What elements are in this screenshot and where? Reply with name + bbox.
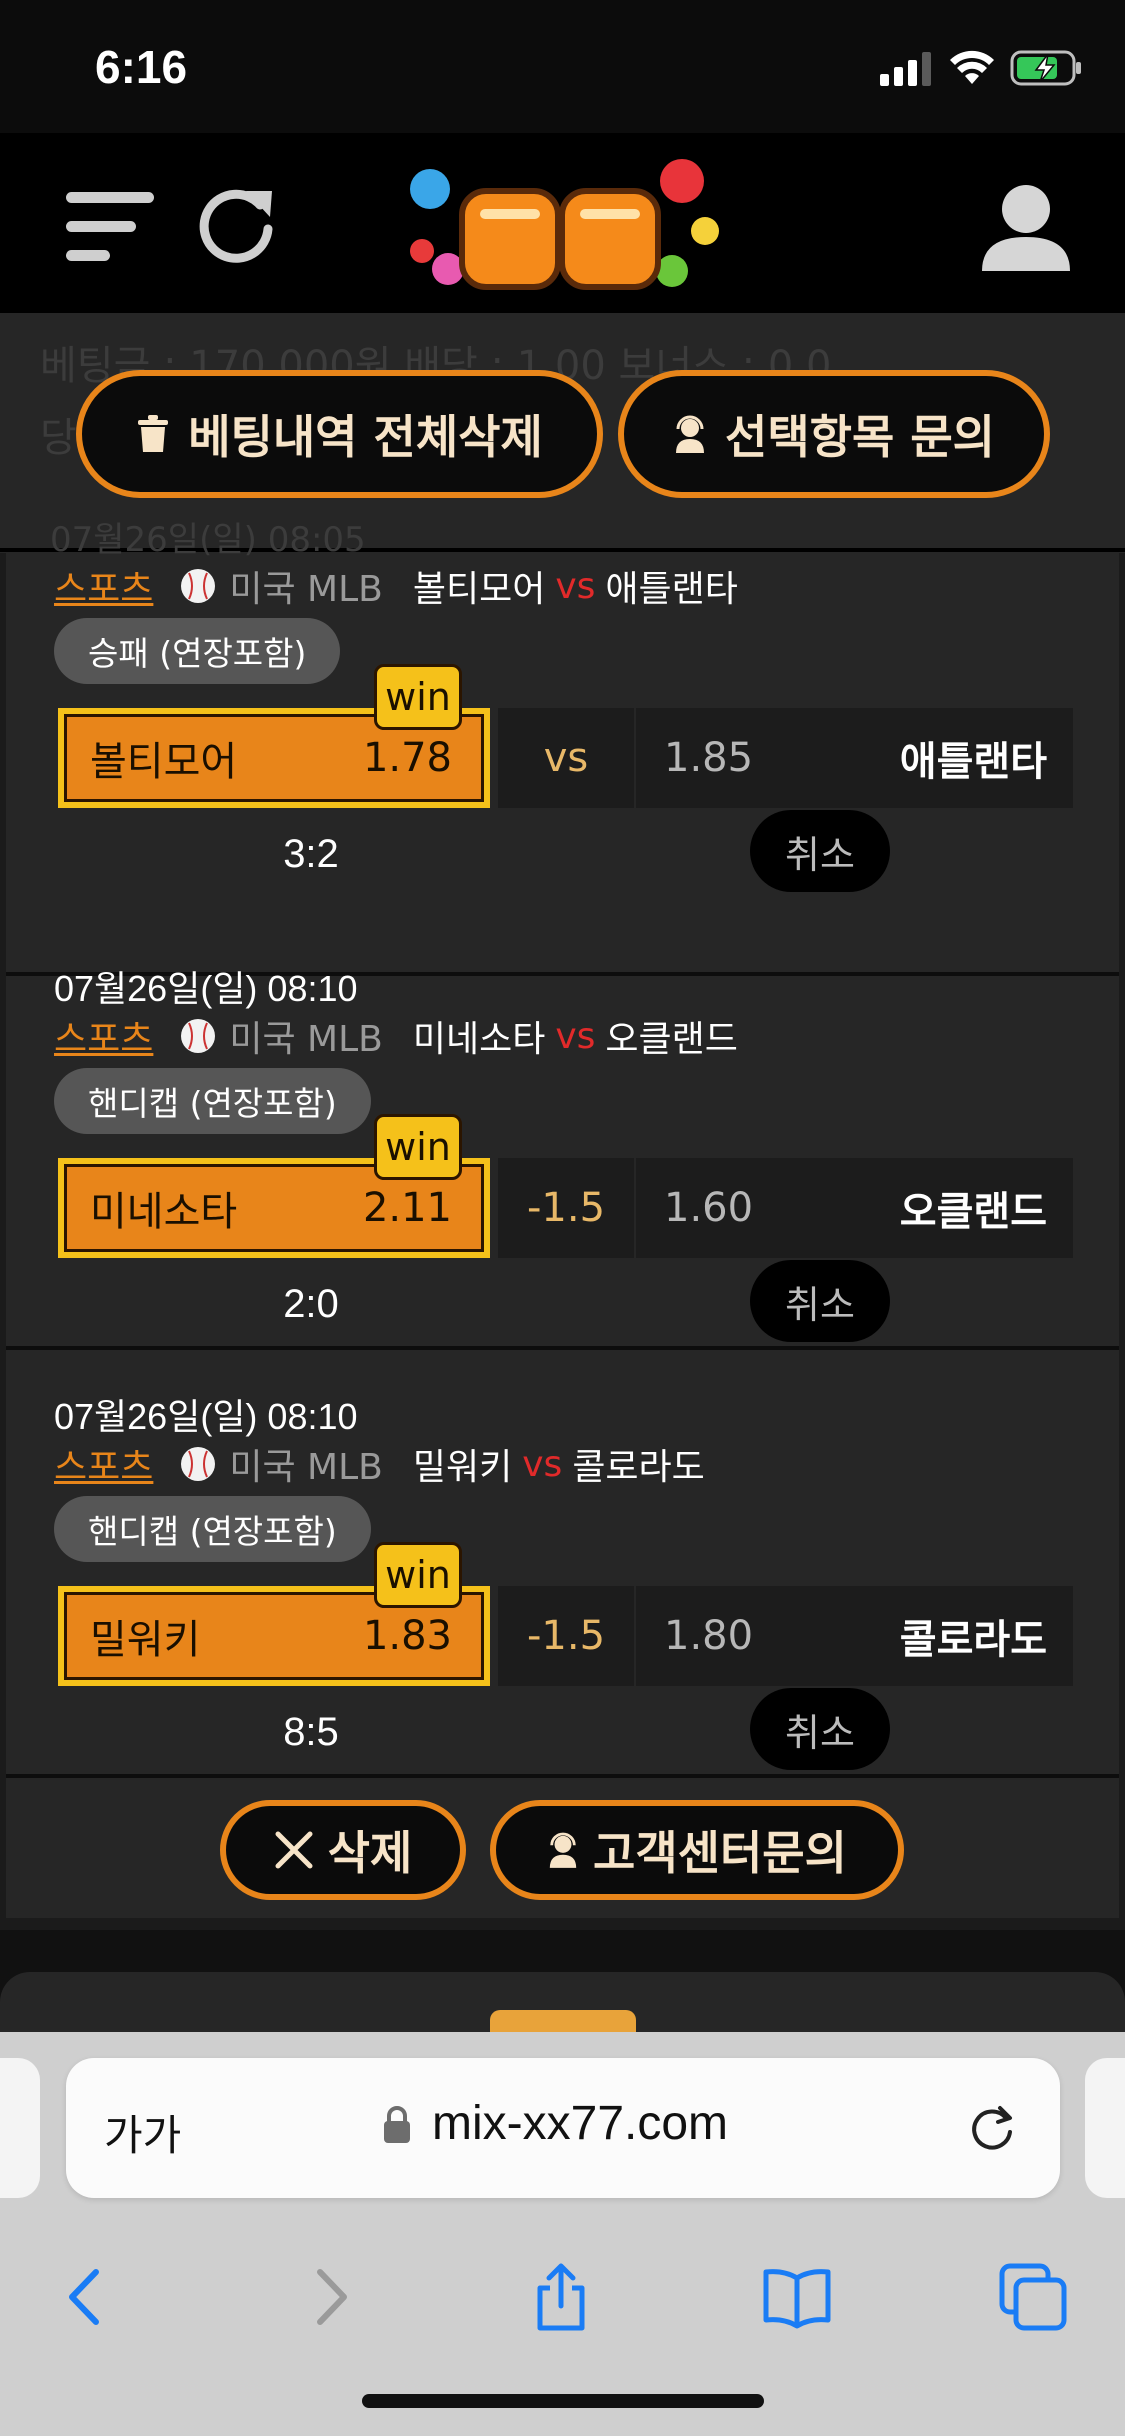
league-name: 미국 MLB bbox=[229, 1019, 383, 1060]
match-date: 07월26일(일) 08:10 bbox=[54, 968, 358, 1009]
bottom-actions: 삭제 고객센터문의 bbox=[0, 1778, 1125, 1918]
win-badge: win bbox=[374, 664, 462, 730]
final-score: 2:0 bbox=[283, 1282, 339, 1326]
customer-center-button[interactable]: 고객센터문의 bbox=[490, 1800, 904, 1900]
inquiry-selected-button[interactable]: 선택항목 문의 bbox=[618, 370, 1050, 498]
share-icon[interactable] bbox=[526, 2262, 596, 2332]
vs-label: vs bbox=[555, 565, 596, 607]
match-info: 스포츠 미국 MLB 미네소타 vs 오클랜드 bbox=[54, 1010, 738, 1062]
headset-icon bbox=[549, 1832, 577, 1868]
user-icon[interactable] bbox=[980, 181, 1072, 273]
next-panel-tab[interactable] bbox=[490, 2010, 636, 2032]
baseball-icon bbox=[181, 1447, 216, 1481]
away-selection-name: 애틀랜타 bbox=[899, 739, 1047, 785]
win-badge: win bbox=[374, 1114, 462, 1180]
bet-item: 07월26일(일) 08:10 스포츠 미국 MLB 밀워키 vs 콜로라도 핸… bbox=[6, 1350, 1119, 1778]
win-badge: win bbox=[374, 1542, 462, 1608]
home-selection-odds: 1.78 bbox=[362, 735, 452, 781]
league-name: 미국 MLB bbox=[229, 569, 383, 610]
forward-icon[interactable] bbox=[294, 2262, 364, 2332]
reload-icon[interactable] bbox=[966, 2102, 1018, 2154]
bet-item: 07월26일(일) 08:10 스포츠 미국 MLB 미네소타 vs 오클랜드 … bbox=[6, 922, 1119, 1350]
delete-button[interactable]: 삭제 bbox=[220, 1800, 466, 1900]
match-info: 스포츠 미국 MLB 볼티모어 vs 애틀랜타 bbox=[54, 560, 738, 612]
cancel-button[interactable]: 취소 bbox=[750, 1260, 890, 1342]
sport-link[interactable]: 스포츠 bbox=[54, 1010, 153, 1062]
baseball-icon bbox=[181, 1019, 216, 1053]
browser-toolbar bbox=[0, 2232, 1125, 2362]
next-tab-card[interactable] bbox=[1085, 2058, 1125, 2198]
final-score: 3:2 bbox=[283, 832, 339, 876]
market-type: 핸디캡 (연장포함) bbox=[54, 1068, 371, 1134]
away-team: 오클랜드 bbox=[605, 1019, 738, 1060]
delete-label: 삭제 bbox=[327, 1826, 413, 1880]
bet-list: 스포츠 미국 MLB 볼티모어 vs 애틀랜타 승패 (연장포함) 볼티모어 1… bbox=[6, 548, 1119, 1918]
away-selection-odds: 1.60 bbox=[664, 1185, 754, 1231]
away-selection[interactable]: 1.80 콜로라도 bbox=[636, 1586, 1073, 1686]
away-selection[interactable]: 1.85 애틀랜타 bbox=[636, 708, 1073, 808]
home-selection-odds: 1.83 bbox=[362, 1613, 452, 1659]
sport-link[interactable]: 스포츠 bbox=[54, 560, 153, 612]
address-bar[interactable]: 가가 mix-xx77.com bbox=[66, 2058, 1060, 2198]
home-selection-odds: 2.11 bbox=[362, 1185, 452, 1231]
battery-icon bbox=[1010, 50, 1081, 86]
vs-label: vs bbox=[555, 1015, 596, 1057]
handicap-value: vs bbox=[498, 708, 634, 808]
close-icon bbox=[275, 1831, 313, 1869]
logo bbox=[410, 159, 719, 290]
app-header bbox=[0, 133, 1125, 313]
browser-chrome: 가가 mix-xx77.com bbox=[0, 2032, 1125, 2436]
refresh-icon[interactable] bbox=[198, 183, 278, 263]
market-type: 승패 (연장포함) bbox=[54, 618, 341, 684]
handicap-value: -1.5 bbox=[498, 1158, 634, 1258]
league-name: 미국 MLB bbox=[229, 1447, 383, 1488]
url-text: mix-xx77.com bbox=[432, 2097, 729, 2150]
trash-icon bbox=[138, 415, 169, 452]
wifi-icon bbox=[950, 50, 994, 84]
away-team: 콜로라도 bbox=[572, 1447, 705, 1488]
cancel-button[interactable]: 취소 bbox=[750, 810, 890, 892]
previous-tab-card[interactable] bbox=[0, 2058, 40, 2198]
text-size-button[interactable]: 가가 bbox=[104, 2102, 181, 2163]
away-team: 애틀랜타 bbox=[605, 569, 738, 610]
match-date-hidden: 07월26일(일) 08:05 bbox=[50, 520, 366, 560]
match-date: 07월26일(일) 08:10 bbox=[54, 1396, 358, 1437]
final-score: 8:5 bbox=[283, 1710, 339, 1754]
tabs-icon[interactable] bbox=[998, 2262, 1068, 2332]
inquiry-label: 선택항목 문의 bbox=[725, 410, 995, 464]
home-team: 미네소타 bbox=[412, 1019, 546, 1060]
status-time: 6:16 bbox=[95, 41, 188, 93]
match-info: 스포츠 미국 MLB 밀워키 vs 콜로라도 bbox=[54, 1438, 705, 1490]
summary-line-2: 당 bbox=[40, 415, 77, 461]
back-icon[interactable] bbox=[52, 2262, 122, 2332]
headset-icon bbox=[676, 415, 705, 453]
bet-item: 스포츠 미국 MLB 볼티모어 vs 애틀랜타 승패 (연장포함) 볼티모어 1… bbox=[6, 548, 1119, 976]
menu-icon[interactable] bbox=[64, 188, 156, 268]
away-selection-name: 콜로라도 bbox=[899, 1617, 1047, 1663]
delete-all-history-button[interactable]: 베팅내역 전체삭제 bbox=[76, 370, 603, 498]
home-team: 밀워키 bbox=[412, 1447, 513, 1488]
customer-center-label: 고객센터문의 bbox=[593, 1826, 847, 1880]
status-bar: 6:16 bbox=[0, 0, 1125, 133]
home-selection-name: 미네소타 bbox=[90, 1189, 238, 1235]
cellular-signal-icon bbox=[880, 52, 931, 86]
cancel-button[interactable]: 취소 bbox=[750, 1688, 890, 1770]
home-indicator[interactable] bbox=[362, 2394, 764, 2408]
home-selection-name: 볼티모어 bbox=[90, 739, 238, 785]
vs-label: vs bbox=[522, 1443, 563, 1485]
away-selection-odds: 1.80 bbox=[664, 1613, 754, 1659]
bookmarks-icon[interactable] bbox=[762, 2262, 832, 2332]
away-selection-name: 오클랜드 bbox=[899, 1189, 1047, 1235]
sport-link[interactable]: 스포츠 bbox=[54, 1438, 153, 1490]
handicap-value: -1.5 bbox=[498, 1586, 634, 1686]
market-type: 핸디캡 (연장포함) bbox=[54, 1496, 371, 1562]
delete-all-label: 베팅내역 전체삭제 bbox=[188, 410, 543, 464]
away-selection[interactable]: 1.60 오클랜드 bbox=[636, 1158, 1073, 1258]
away-selection-odds: 1.85 bbox=[664, 735, 754, 781]
baseball-icon bbox=[181, 569, 216, 603]
lock-icon bbox=[384, 2106, 410, 2143]
home-team: 볼티모어 bbox=[412, 569, 546, 610]
home-selection-name: 밀워키 bbox=[90, 1617, 201, 1663]
